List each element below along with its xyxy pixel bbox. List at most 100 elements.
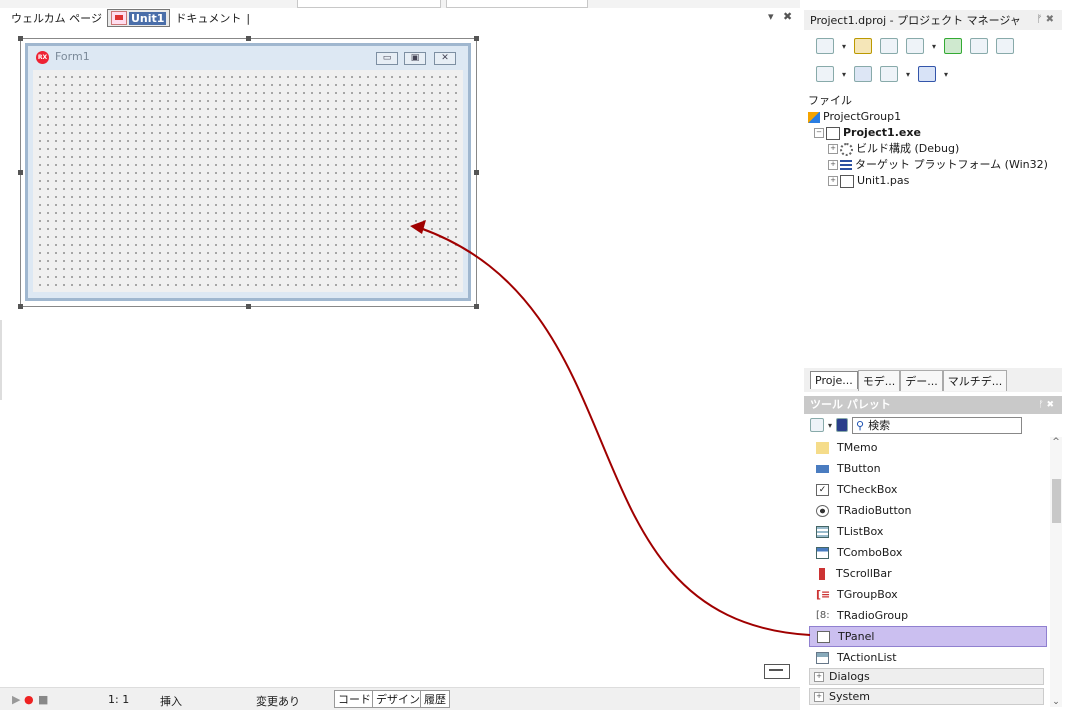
search-placeholder: 検索 xyxy=(868,419,891,432)
record-icon[interactable]: ● xyxy=(24,693,34,706)
palette-item-tbutton[interactable]: TButton xyxy=(804,458,1050,479)
tree-item-project[interactable]: − Project1.exe xyxy=(808,125,1058,141)
palette-item-tlistbox[interactable]: TListBox xyxy=(804,521,1050,542)
tab-unit1-label: Unit1 xyxy=(128,11,167,25)
dropdown-arrow-icon[interactable]: ▾ xyxy=(932,42,936,51)
form-caption: Form1 xyxy=(55,50,90,63)
palette-item-tradiogroup[interactable]: [8: TRadioGroup xyxy=(804,605,1050,626)
palette-item-tgroupbox[interactable]: [≡ TGroupBox xyxy=(804,584,1050,605)
tab-project[interactable]: Proje... xyxy=(810,371,858,389)
form-design-surface[interactable] xyxy=(33,70,463,292)
palette-item-tpanel[interactable]: TPanel xyxy=(809,626,1047,647)
toolbar-combo-2[interactable] xyxy=(446,0,588,8)
remove-file-icon[interactable] xyxy=(880,38,899,54)
palette-category-dialogs[interactable]: + Dialogs xyxy=(809,668,1044,685)
tab-model[interactable]: モデ... xyxy=(857,369,901,391)
groupbox-icon: [≡ xyxy=(816,587,831,601)
new-item-icon[interactable] xyxy=(816,38,834,54)
minimize-icon: ▭ xyxy=(376,52,398,65)
expand-all-icon[interactable] xyxy=(970,38,989,54)
close-icon[interactable]: ✖ xyxy=(783,10,792,23)
tree-label: Project1.exe xyxy=(843,126,921,139)
scroll-down-icon[interactable]: ⌄ xyxy=(1050,697,1062,707)
palette-item-label: TCheckBox xyxy=(837,483,898,496)
tab-design[interactable]: デザイン xyxy=(372,690,424,708)
expand-icon[interactable]: + xyxy=(828,144,838,154)
palette-item-tradiobutton[interactable]: TRadioButton xyxy=(804,500,1050,521)
platform-icon[interactable] xyxy=(918,66,937,82)
actionlist-icon xyxy=(816,651,829,664)
cursor-tool-icon[interactable] xyxy=(836,418,849,432)
pm-toolbar-row2: ▾ ▾ ▾ xyxy=(816,66,948,82)
tab-unit1[interactable]: Unit1 xyxy=(106,9,171,27)
hidden-component-icon[interactable] xyxy=(764,664,790,679)
platform-stack-icon xyxy=(840,159,852,171)
tab-welcome-page[interactable]: ウェルカム ページ xyxy=(8,9,105,27)
stop-icon[interactable]: ■ xyxy=(38,693,48,706)
expand-icon[interactable]: + xyxy=(828,176,838,186)
tree-label: ビルド構成 (Debug) xyxy=(856,142,960,155)
build-icon[interactable] xyxy=(854,66,873,82)
palette-item-tmemo[interactable]: TMemo xyxy=(804,437,1050,458)
collapse-icon[interactable]: − xyxy=(814,128,824,138)
resize-handle-n[interactable] xyxy=(246,36,251,41)
pin-close-icon[interactable]: ᚠ ✖ xyxy=(1038,396,1054,414)
top-toolbar-strip xyxy=(0,0,800,8)
tab-code[interactable]: コード xyxy=(334,690,375,708)
resize-handle-se[interactable] xyxy=(474,304,479,309)
tool-palette-toolbar: ▾ ⚲ 検索 xyxy=(804,414,1062,436)
collapse-all-icon[interactable] xyxy=(996,38,1015,54)
dropdown-icon[interactable]: ▾ xyxy=(768,10,774,23)
resize-handle-s[interactable] xyxy=(246,304,251,309)
resize-handle-ne[interactable] xyxy=(474,36,479,41)
dropdown-arrow-icon[interactable]: ▾ xyxy=(842,70,846,79)
resize-handle-nw[interactable] xyxy=(18,36,23,41)
tree-item-build-config[interactable]: + ビルド構成 (Debug) xyxy=(808,141,1058,157)
editor-tab-bar: ウェルカム ページ Unit1 ドキュメント | xyxy=(8,8,250,28)
dropdown-arrow-icon[interactable]: ▾ xyxy=(906,70,910,79)
sort-icon[interactable] xyxy=(816,66,834,82)
toolbar-combo-1[interactable] xyxy=(297,0,441,8)
resize-handle-sw[interactable] xyxy=(18,304,23,309)
tree-item-projectgroup[interactable]: ProjectGroup1 xyxy=(808,109,1058,125)
palette-item-tscrollbar[interactable]: TScrollBar xyxy=(804,563,1050,584)
palette-item-tcheckbox[interactable]: ✓ TCheckBox xyxy=(804,479,1050,500)
scroll-up-icon[interactable]: ^ xyxy=(1050,437,1062,447)
pin-close-icon[interactable]: ᚠ ✖ xyxy=(1036,14,1054,25)
tab-documents[interactable]: ドキュメント xyxy=(172,9,244,27)
add-file-icon[interactable] xyxy=(854,38,873,54)
dropdown-arrow-icon[interactable]: ▾ xyxy=(944,70,948,79)
resize-handle-e[interactable] xyxy=(474,170,479,175)
dropdown-arrow-icon[interactable]: ▾ xyxy=(842,42,846,51)
palette-item-tcombobox[interactable]: TComboBox xyxy=(804,542,1050,563)
exe-project-icon xyxy=(826,126,840,140)
tab-data[interactable]: デー... xyxy=(900,369,943,391)
view-icon[interactable] xyxy=(906,38,925,54)
expand-icon[interactable]: + xyxy=(828,160,838,170)
tree-label: ProjectGroup1 xyxy=(823,110,902,123)
tree-item-target-platform[interactable]: + ターゲット プラットフォーム (Win32) xyxy=(808,157,1058,173)
resize-handle-w[interactable] xyxy=(18,170,23,175)
project-group-icon xyxy=(808,111,820,123)
left-splitter[interactable] xyxy=(0,320,2,400)
tab-multi-device[interactable]: マルチデ... xyxy=(942,369,1008,391)
palette-search-input[interactable]: ⚲ 検索 xyxy=(852,416,1023,434)
tree-item-unit[interactable]: + Unit1.pas xyxy=(808,173,1058,189)
palette-item-label: TButton xyxy=(837,462,881,475)
configure-icon[interactable] xyxy=(880,66,899,82)
categories-icon[interactable] xyxy=(810,418,824,432)
palette-item-tactionlist[interactable]: TActionList xyxy=(804,647,1050,668)
scrollbar-thumb[interactable] xyxy=(1052,479,1061,523)
refresh-icon[interactable] xyxy=(944,38,963,54)
form-designer-window[interactable]: RX Form1 ▭ ▣ ✕ xyxy=(25,43,471,301)
dropdown-arrow-icon[interactable]: ▾ xyxy=(828,421,832,430)
palette-scrollbar[interactable]: ^ ⌄ xyxy=(1050,437,1062,707)
project-manager-title: Project1.dproj - プロジェクト マネージャ xyxy=(810,14,1021,27)
button-icon xyxy=(816,464,829,473)
palette-category-system[interactable]: + System xyxy=(809,688,1044,705)
tab-history[interactable]: 履歴 xyxy=(420,690,450,708)
play-icon[interactable]: ▶ xyxy=(12,693,20,706)
palette-item-label: TScrollBar xyxy=(836,567,892,580)
category-label: System xyxy=(829,690,871,703)
expand-icon: + xyxy=(814,671,824,682)
